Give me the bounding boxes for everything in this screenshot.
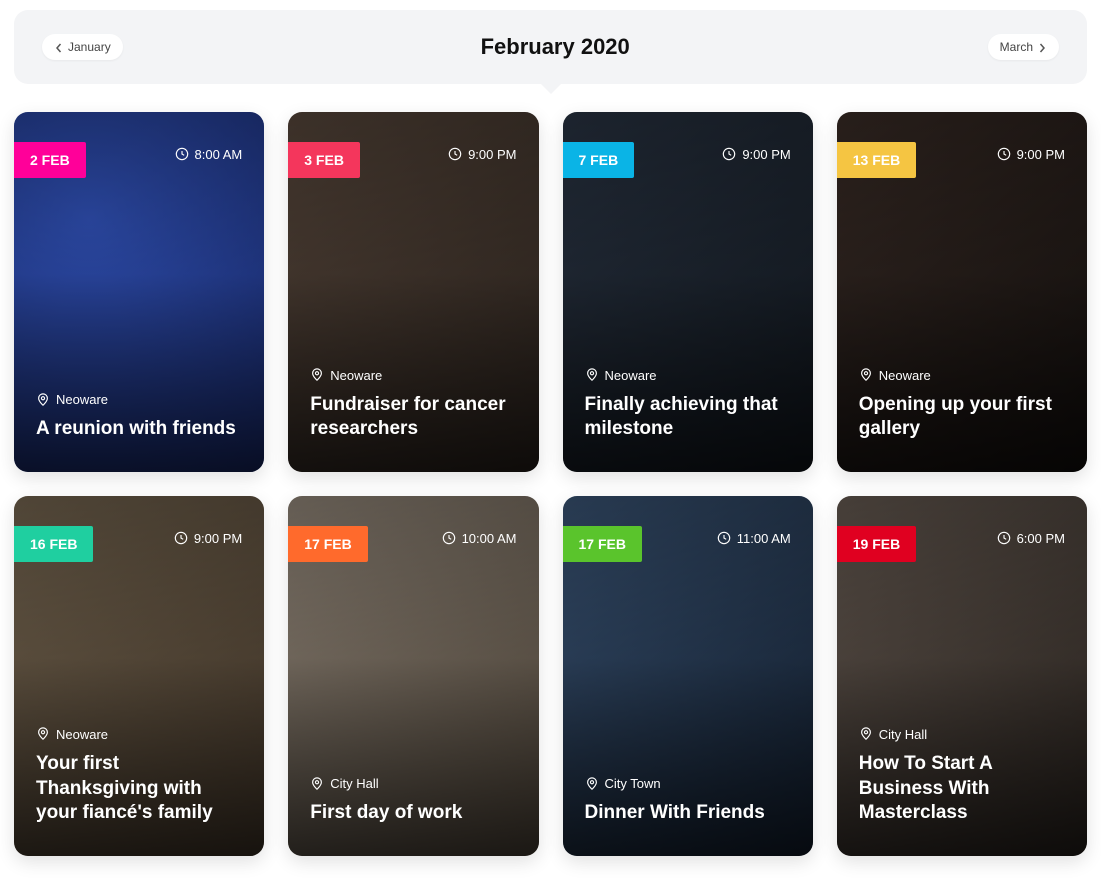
clock-icon: [997, 531, 1011, 545]
event-card[interactable]: 17 FEB 10:00 AM City Hall First day of w…: [288, 496, 538, 856]
event-location-wrap: Neoware: [585, 368, 791, 383]
clock-icon: [175, 147, 189, 161]
event-time-wrap: 9:00 PM: [174, 531, 242, 546]
event-title: Your first Thanksgiving with your fiancé…: [36, 752, 242, 826]
clock-icon: [174, 531, 188, 545]
event-time-wrap: 6:00 PM: [997, 531, 1065, 546]
event-card[interactable]: 13 FEB 9:00 PM Neoware Opening up your f…: [837, 112, 1087, 472]
date-tag: 19 FEB: [837, 526, 916, 562]
date-tag: 7 FEB: [563, 142, 635, 178]
date-tag: 17 FEB: [563, 526, 642, 562]
map-pin-icon: [859, 727, 873, 741]
event-title: Fundraiser for cancer researchers: [310, 393, 516, 442]
event-date: 2 FEB: [30, 152, 70, 168]
event-date: 3 FEB: [304, 152, 344, 168]
map-pin-icon: [585, 777, 599, 791]
event-location: Neoware: [330, 368, 382, 383]
event-time-wrap: 10:00 AM: [442, 531, 517, 546]
event-title: Opening up your first gallery: [859, 393, 1065, 442]
event-location: City Hall: [330, 776, 378, 791]
event-location: Neoware: [605, 368, 657, 383]
event-location-wrap: Neoware: [36, 392, 242, 407]
event-time-wrap: 9:00 PM: [997, 147, 1065, 162]
event-location: Neoware: [56, 727, 108, 742]
event-card[interactable]: 16 FEB 9:00 PM Neoware Your first Thanks…: [14, 496, 264, 856]
next-month-label: March: [1000, 40, 1033, 54]
event-date: 16 FEB: [30, 536, 77, 552]
map-pin-icon: [310, 368, 324, 382]
event-card[interactable]: 17 FEB 11:00 AM City Town Dinner With Fr…: [563, 496, 813, 856]
event-card[interactable]: 2 FEB 8:00 AM Neoware A reunion with fri…: [14, 112, 264, 472]
clock-icon: [442, 531, 456, 545]
map-pin-icon: [36, 727, 50, 741]
event-title: How To Start A Business With Masterclass: [859, 752, 1065, 826]
next-month-button[interactable]: March: [988, 34, 1059, 60]
clock-icon: [997, 147, 1011, 161]
date-tag: 3 FEB: [288, 142, 360, 178]
event-location-wrap: Neoware: [36, 727, 242, 742]
event-date: 7 FEB: [579, 152, 619, 168]
month-nav-bar: January February 2020 March: [14, 10, 1087, 84]
date-tag: 13 FEB: [837, 142, 916, 178]
date-tag: 17 FEB: [288, 526, 367, 562]
event-time: 9:00 PM: [1017, 147, 1065, 162]
event-title: A reunion with friends: [36, 417, 242, 442]
event-title: Finally achieving that milestone: [585, 393, 791, 442]
event-card[interactable]: 3 FEB 9:00 PM Neoware Fundraiser for can…: [288, 112, 538, 472]
map-pin-icon: [859, 368, 873, 382]
date-tag: 2 FEB: [14, 142, 86, 178]
event-location-wrap: City Town: [585, 776, 791, 791]
current-month-heading: February 2020: [481, 34, 630, 60]
event-time-wrap: 11:00 AM: [717, 531, 791, 546]
event-location: City Hall: [879, 727, 927, 742]
event-time-wrap: 9:00 PM: [722, 147, 790, 162]
clock-icon: [448, 147, 462, 161]
event-date: 17 FEB: [579, 536, 626, 552]
event-date: 17 FEB: [304, 536, 351, 552]
map-pin-icon: [310, 777, 324, 791]
event-location-wrap: Neoware: [310, 368, 516, 383]
date-tag: 16 FEB: [14, 526, 93, 562]
event-card[interactable]: 7 FEB 9:00 PM Neoware Finally achieving …: [563, 112, 813, 472]
event-date: 19 FEB: [853, 536, 900, 552]
event-location-wrap: City Hall: [310, 776, 516, 791]
clock-icon: [717, 531, 731, 545]
event-time: 11:00 AM: [737, 531, 791, 546]
events-grid: 2 FEB 8:00 AM Neoware A reunion with fri…: [14, 112, 1087, 856]
event-time: 9:00 PM: [742, 147, 790, 162]
event-time: 9:00 PM: [194, 531, 242, 546]
event-time-wrap: 8:00 AM: [175, 147, 243, 162]
event-time: 10:00 AM: [462, 531, 517, 546]
event-location-wrap: City Hall: [859, 727, 1065, 742]
chevron-left-icon: [54, 42, 64, 52]
event-date: 13 FEB: [853, 152, 900, 168]
clock-icon: [722, 147, 736, 161]
event-location: Neoware: [56, 392, 108, 407]
event-title: Dinner With Friends: [585, 801, 791, 826]
prev-month-label: January: [68, 40, 111, 54]
event-location-wrap: Neoware: [859, 368, 1065, 383]
event-time: 8:00 AM: [195, 147, 243, 162]
event-location: Neoware: [879, 368, 931, 383]
event-card[interactable]: 19 FEB 6:00 PM City Hall How To Start A …: [837, 496, 1087, 856]
event-time: 9:00 PM: [468, 147, 516, 162]
event-time: 6:00 PM: [1017, 531, 1065, 546]
chevron-right-icon: [1037, 42, 1047, 52]
prev-month-button[interactable]: January: [42, 34, 123, 60]
event-title: First day of work: [310, 801, 516, 826]
event-location: City Town: [605, 776, 661, 791]
map-pin-icon: [585, 368, 599, 382]
map-pin-icon: [36, 393, 50, 407]
event-time-wrap: 9:00 PM: [448, 147, 516, 162]
